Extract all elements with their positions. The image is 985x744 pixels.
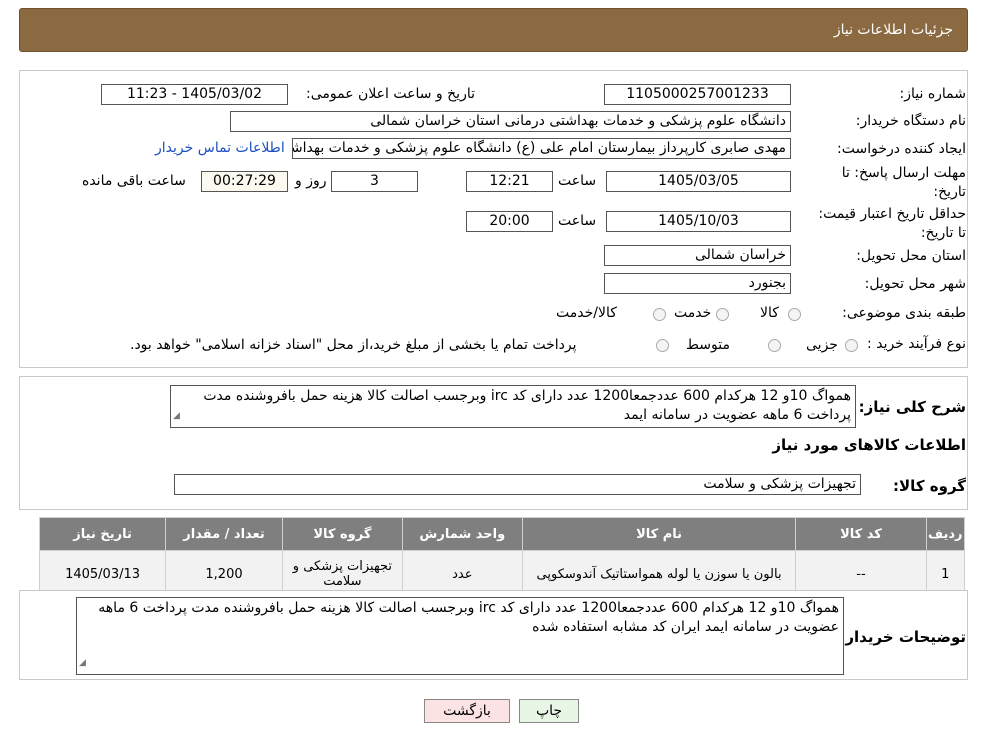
col-header-unit: واحد شمارش [401, 517, 523, 551]
deadline-label: مهلت ارسال پاسخ: تا تاریخ: [841, 165, 966, 200]
col-header-item-code: کد کالا [795, 517, 927, 551]
province-field: خراسان شمالی [604, 245, 791, 266]
col-header-need-date: تاریخ نیاز [38, 517, 167, 551]
col-header-row-number: ردیف [925, 517, 966, 551]
col-header-quantity: تعداد / مقدار [165, 517, 283, 551]
summary-textarea[interactable]: همواگ 10و 12 هرکدام 600 عددجمعا1200 عدد … [170, 385, 856, 428]
province-label: استان محل تحویل: [856, 248, 966, 264]
need-number-label: شماره نیاز: [899, 86, 967, 102]
items-section-title: اطلاعات کالاهای مورد نیاز [772, 436, 966, 454]
remaining-label: ساعت باقی مانده [82, 173, 186, 189]
category-radio-goods-service[interactable] [653, 308, 666, 321]
creator-field: مهدی صابری کارپرداز بیمارستان امام علی (… [292, 138, 791, 159]
buyer-notes-label: توضیحات خریدار: [839, 628, 966, 646]
buyer-field: دانشگاه علوم پزشکی و خدمات بهداشتی درمان… [230, 111, 791, 132]
days-field: 3 [331, 171, 418, 192]
category-option-goods: کالا [760, 305, 779, 321]
process-label: نوع فرآیند خرید : [867, 336, 966, 352]
category-label: طبقه بندی موضوعی: [842, 305, 966, 321]
group-field: تجهیزات پزشکی و سلامت [174, 474, 861, 495]
category-option-service: خدمت [674, 305, 712, 321]
print-button[interactable]: چاپ [519, 699, 579, 723]
validity-time-label: ساعت [558, 213, 597, 229]
page-header: جزئیات اطلاعات نیاز [19, 8, 968, 52]
validity-date-field: 1405/10/03 [606, 211, 791, 232]
validity-time-field: 20:00 [466, 211, 553, 232]
creator-label: ایجاد کننده درخواست: [837, 141, 966, 157]
process-radio-treasury[interactable] [656, 339, 669, 352]
page-title: جزئیات اطلاعات نیاز [833, 22, 953, 38]
buyer-contact-link[interactable]: اطلاعات تماس خریدار [155, 140, 285, 156]
buyer-notes-text: همواگ 10و 12 هرکدام 600 عددجمعا1200 عدد … [98, 600, 839, 635]
items-table: ردیف کد کالا نام کالا واحد شمارش گروه کا… [38, 517, 966, 598]
announce-label: تاریخ و ساعت اعلان عمومی: [306, 86, 475, 102]
process-option-minor: جزیی [806, 337, 838, 353]
city-label: شهر محل تحویل: [864, 276, 966, 292]
col-header-item-group: گروه کالا [281, 517, 403, 551]
validity-label: حداقل تاریخ اعتبار قیمت: تا تاریخ: [818, 206, 966, 241]
city-field: بجنورد [604, 273, 791, 294]
process-option-medium: متوسط [686, 337, 730, 353]
table-header-row: ردیف کد کالا نام کالا واحد شمارش گروه کا… [38, 517, 966, 551]
col-header-item-name: نام کالا [521, 517, 797, 551]
category-radio-service[interactable] [716, 308, 729, 321]
buyer-label: نام دستگاه خریدار: [855, 113, 966, 129]
back-button[interactable]: بازگشت [424, 699, 510, 723]
resize-handle-icon[interactable]: ◢ [173, 407, 180, 426]
announce-field: 1405/03/02 - 11:23 [101, 84, 288, 105]
need-number-field: 1105000257001233 [604, 84, 791, 105]
days-label: روز و [295, 173, 327, 189]
deadline-time-label: ساعت [558, 173, 597, 189]
group-label: گروه کالا: [893, 477, 966, 495]
process-note: پرداخت تمام یا بخشی از مبلغ خرید،از محل … [130, 337, 577, 353]
process-radio-medium[interactable] [768, 339, 781, 352]
summary-text: همواگ 10و 12 هرکدام 600 عددجمعا1200 عدد … [203, 388, 851, 423]
deadline-date-field: 1405/03/05 [606, 171, 791, 192]
resize-handle-icon[interactable]: ◢ [79, 654, 86, 673]
category-option-goods-service: کالا/خدمت [556, 305, 617, 321]
remaining-time-field: 00:27:29 [201, 171, 288, 192]
process-radio-minor[interactable] [845, 339, 858, 352]
buyer-notes-textarea[interactable]: همواگ 10و 12 هرکدام 600 عددجمعا1200 عدد … [76, 597, 844, 675]
summary-label: شرح کلی نیاز: [858, 398, 966, 416]
deadline-time-field: 12:21 [466, 171, 553, 192]
category-radio-goods[interactable] [788, 308, 801, 321]
